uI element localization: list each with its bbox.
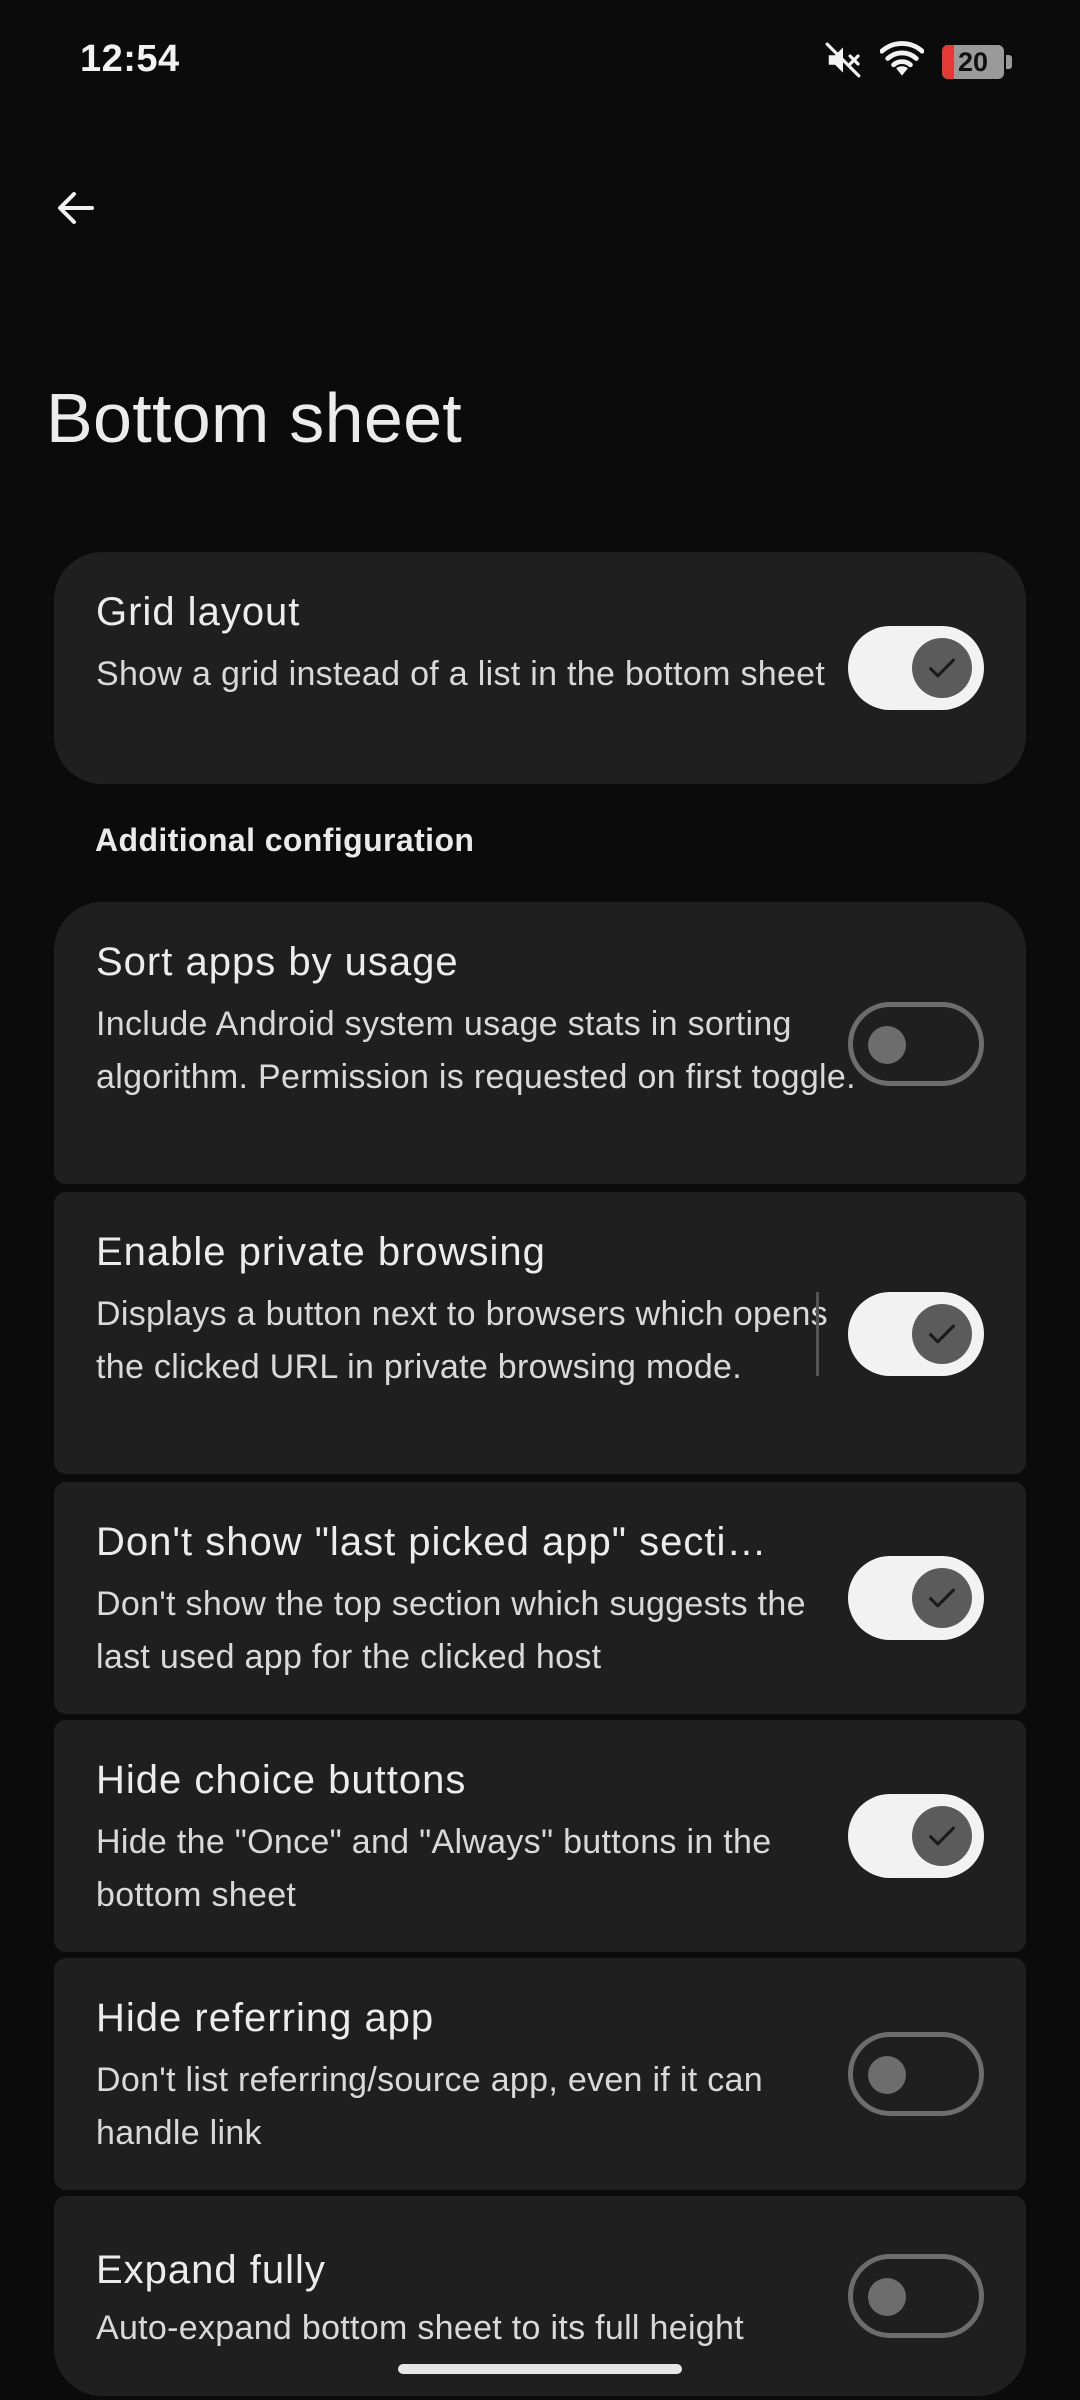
hide-referring-app-switch[interactable] xyxy=(848,2032,984,2116)
setting-hide-choice-buttons[interactable]: Hide choice buttons Hide the "Once" and … xyxy=(54,1720,1026,1952)
setting-title: Expand fully xyxy=(96,2248,326,2292)
status-time: 12:54 xyxy=(80,38,180,80)
divider xyxy=(816,1292,819,1376)
battery-level: 20 xyxy=(957,46,989,77)
setting-hide-referring-app[interactable]: Hide referring app Don't list referring/… xyxy=(54,1958,1026,2190)
section-header: Additional configuration xyxy=(95,822,475,858)
sort-by-usage-switch[interactable] xyxy=(848,1002,984,1086)
battery-icon: 20 xyxy=(942,45,1012,79)
check-icon xyxy=(929,1324,955,1344)
setting-private-browsing[interactable]: Enable private browsing Displays a butto… xyxy=(54,1192,1026,1474)
back-button[interactable] xyxy=(38,170,114,246)
settings-screen: 12:54 20 Bottom sheet Grid layout Show a… xyxy=(0,0,1080,2400)
setting-title: Grid layout xyxy=(96,590,301,634)
mute-icon xyxy=(824,41,862,84)
arrow-left-icon xyxy=(58,192,94,224)
setting-title: Hide referring app xyxy=(96,1996,435,2040)
setting-description: Include Android system usage stats in so… xyxy=(96,1005,856,1096)
check-icon xyxy=(929,1826,955,1846)
hide-choice-buttons-switch[interactable] xyxy=(848,1794,984,1878)
setting-description: Hide the "Once" and "Always" buttons in … xyxy=(96,1823,772,1914)
private-browsing-switch[interactable] xyxy=(848,1292,984,1376)
setting-description: Auto-expand bottom sheet to its full hei… xyxy=(96,2309,744,2347)
setting-title: Sort apps by usage xyxy=(96,940,459,984)
setting-title: Hide choice buttons xyxy=(96,1758,467,1802)
setting-grid-layout[interactable]: Grid layout Show a grid instead of a lis… xyxy=(54,552,1026,784)
setting-sort-by-usage[interactable]: Sort apps by usage Include Android syste… xyxy=(54,902,1026,1184)
wifi-icon xyxy=(879,40,925,84)
hide-last-picked-switch[interactable] xyxy=(848,1556,984,1640)
expand-fully-switch[interactable] xyxy=(848,2254,984,2338)
check-icon xyxy=(929,1588,955,1608)
setting-description: Displays a button next to browsers which… xyxy=(96,1295,828,1386)
check-icon xyxy=(929,658,955,678)
setting-title: Enable private browsing xyxy=(96,1230,546,1274)
setting-description: Don't show the top section which suggest… xyxy=(96,1585,806,1676)
setting-title: Don't show "last picked app" secti… xyxy=(96,1520,768,1564)
status-icons: 20 xyxy=(824,40,1012,84)
setting-description: Don't list referring/source app, even if… xyxy=(96,2061,763,2152)
gesture-nav-handle[interactable] xyxy=(398,2364,682,2374)
page-title: Bottom sheet xyxy=(46,379,463,457)
setting-description: Show a grid instead of a list in the bot… xyxy=(96,655,826,693)
setting-hide-last-picked[interactable]: Don't show "last picked app" secti… Don'… xyxy=(54,1482,1026,1714)
grid-layout-switch[interactable] xyxy=(848,626,984,710)
status-bar: 12:54 20 xyxy=(0,0,1080,120)
